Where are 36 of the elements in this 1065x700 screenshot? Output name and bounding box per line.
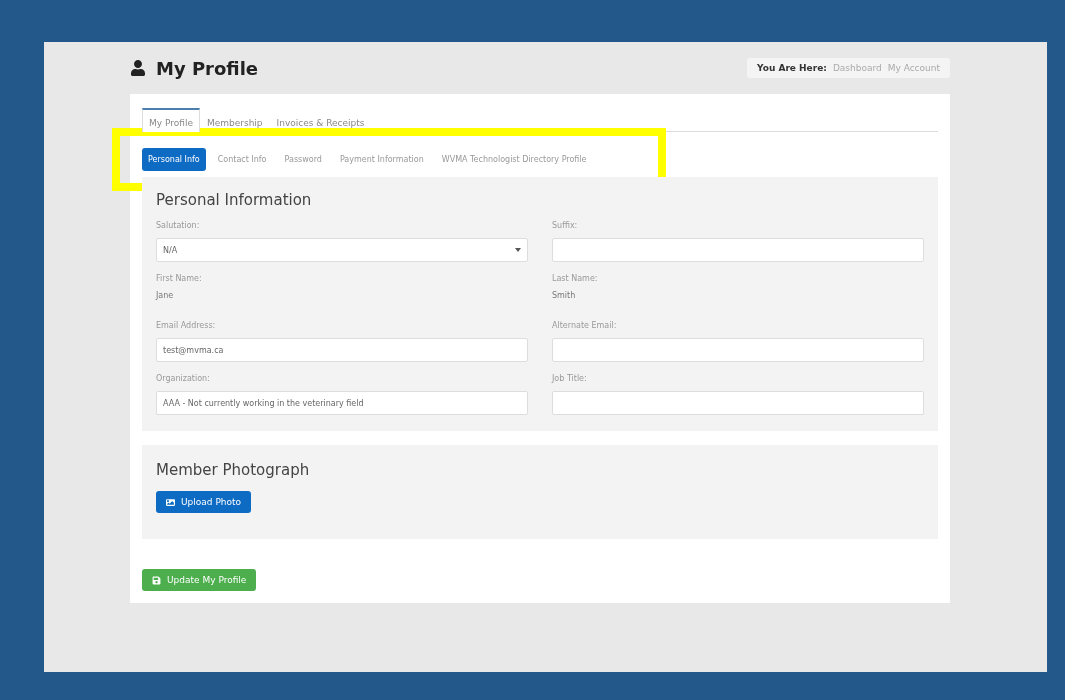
field-label: Salutation:	[156, 221, 201, 230]
input-field[interactable]	[552, 238, 924, 262]
save-icon	[152, 575, 161, 585]
field-label: Email Address:	[156, 321, 217, 330]
tab[interactable]: Membership	[199, 108, 270, 132]
field-label: Alternate Email:	[552, 321, 618, 330]
page-title: My Profile	[156, 57, 259, 79]
subtab[interactable]: Payment Information	[333, 148, 430, 171]
field-label: Organization:	[156, 374, 211, 383]
input-field[interactable]	[552, 338, 924, 362]
tab[interactable]: My Profile	[142, 108, 200, 132]
field-label: Suffix:	[552, 221, 579, 230]
input-field[interactable]	[552, 391, 924, 415]
section-title: Personal Information	[156, 191, 313, 209]
input-field[interactable]: test@mvma.ca	[156, 338, 528, 362]
upload-photo-button[interactable]: Upload Photo	[156, 491, 252, 513]
subtab[interactable]: Personal Info	[142, 148, 206, 171]
caret-icon	[515, 248, 521, 252]
update-profile-button[interactable]: Update My Profile	[142, 569, 257, 591]
breadcrumb-link[interactable]: My Account	[887, 63, 940, 73]
field-label: Job Title:	[552, 374, 588, 383]
section-title: Member Photograph	[156, 461, 311, 479]
field-value: Jane	[156, 291, 175, 302]
tab[interactable]: Invoices & Receipts	[269, 108, 372, 132]
breadcrumb-link[interactable]: Dashboard	[832, 63, 882, 73]
field-label: Last Name:	[552, 274, 599, 283]
input-field[interactable]: AAA - Not currently working in the veterinary field	[156, 391, 528, 415]
subtab[interactable]: WVMA Technologist Directory Profile	[435, 148, 593, 171]
image-icon	[166, 497, 175, 507]
subtab[interactable]: Contact Info	[211, 148, 273, 171]
salutation-select[interactable]: N/A	[156, 238, 528, 262]
user-icon	[130, 60, 146, 76]
field-label: First Name:	[156, 274, 203, 283]
subtab[interactable]: Password	[278, 148, 328, 171]
breadcrumb-label: You Are Here:	[757, 63, 827, 73]
field-value: Smith	[552, 291, 577, 302]
